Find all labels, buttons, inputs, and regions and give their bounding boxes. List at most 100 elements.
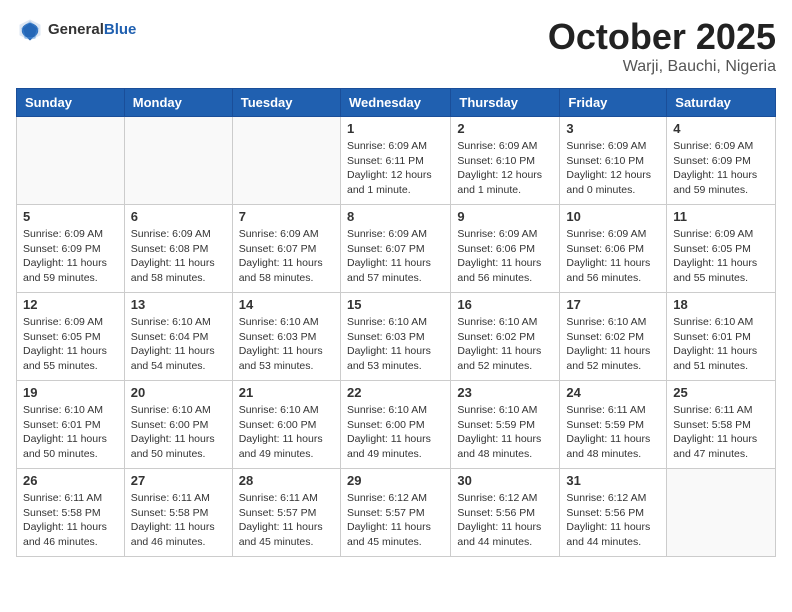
day-info: Sunrise: 6:10 AM Sunset: 6:02 PM Dayligh… (457, 315, 553, 374)
day-number: 8 (347, 209, 444, 224)
calendar-cell (17, 117, 125, 205)
calendar-cell: 4Sunrise: 6:09 AM Sunset: 6:09 PM Daylig… (667, 117, 776, 205)
calendar-body: 1 Sunrise: 6:09 AM Sunset: 6:11 PM Daylig… (17, 117, 776, 557)
calendar-cell (667, 469, 776, 557)
calendar-cell: 9 Sunrise: 6:09 AM Sunset: 6:06 PM Daylig… (451, 205, 560, 293)
day-number: 3 (566, 121, 660, 136)
day-info: Sunrise: 6:09 AM Sunset: 6:11 PM Dayligh… (347, 139, 444, 198)
day-number: 4 (673, 121, 769, 136)
calendar-cell: 24 Sunrise: 6:11 AM Sunset: 5:59 PM Dayli… (560, 381, 667, 469)
day-info: Sunrise: 6:11 AM Sunset: 5:59 PM Dayligh… (566, 403, 660, 462)
calendar-cell (124, 117, 232, 205)
calendar-cell: 31Sunrise: 6:12 AM Sunset: 5:56 PM Dayli… (560, 469, 667, 557)
title-block: October 2025 Warji, Bauchi, Nigeria (548, 16, 776, 76)
day-info: Sunrise: 6:09 AM Sunset: 6:09 PM Dayligh… (23, 227, 118, 286)
day-number: 25 (673, 385, 769, 400)
day-info: Sunrise: 6:12 AM Sunset: 5:56 PM Dayligh… (566, 491, 660, 550)
day-number: 7 (239, 209, 334, 224)
day-number: 12 (23, 297, 118, 312)
calendar-cell: 8 Sunrise: 6:09 AM Sunset: 6:07 PM Daylig… (340, 205, 450, 293)
calendar-title: October 2025 (548, 16, 776, 58)
calendar-cell: 20Sunrise: 6:10 AM Sunset: 6:00 PM Dayli… (124, 381, 232, 469)
day-info: Sunrise: 6:11 AM Sunset: 5:58 PM Dayligh… (23, 491, 118, 550)
day-info: Sunrise: 6:09 AM Sunset: 6:08 PM Dayligh… (131, 227, 226, 286)
calendar-cell: 23Sunrise: 6:10 AM Sunset: 5:59 PM Dayli… (451, 381, 560, 469)
calendar-cell: 15Sunrise: 6:10 AM Sunset: 6:03 PM Dayli… (340, 293, 450, 381)
weekday-header: Sunday (17, 89, 125, 117)
day-info: Sunrise: 6:11 AM Sunset: 5:57 PM Dayligh… (239, 491, 334, 550)
day-info: Sunrise: 6:09 AM Sunset: 6:10 PM Dayligh… (457, 139, 553, 198)
weekday-header: Friday (560, 89, 667, 117)
day-number: 27 (131, 473, 226, 488)
day-info: Sunrise: 6:09 AM Sunset: 6:05 PM Dayligh… (23, 315, 118, 374)
day-number: 1 (347, 121, 444, 136)
calendar-week-row: 26 Sunrise: 6:11 AM Sunset: 5:58 PM Dayli… (17, 469, 776, 557)
day-info: Sunrise: 6:09 AM Sunset: 6:06 PM Dayligh… (566, 227, 660, 286)
calendar-week-row: 1 Sunrise: 6:09 AM Sunset: 6:11 PM Daylig… (17, 117, 776, 205)
day-number: 21 (239, 385, 334, 400)
calendar-cell: 28Sunrise: 6:11 AM Sunset: 5:57 PM Dayli… (232, 469, 340, 557)
day-info: Sunrise: 6:11 AM Sunset: 5:58 PM Dayligh… (673, 403, 769, 462)
day-info: Sunrise: 6:10 AM Sunset: 6:01 PM Dayligh… (23, 403, 118, 462)
day-number: 10 (566, 209, 660, 224)
day-info: Sunrise: 6:10 AM Sunset: 6:03 PM Dayligh… (239, 315, 334, 374)
day-info: Sunrise: 6:10 AM Sunset: 6:00 PM Dayligh… (239, 403, 334, 462)
day-number: 22 (347, 385, 444, 400)
calendar-cell: 19 Sunrise: 6:10 AM Sunset: 6:01 PM Dayli… (17, 381, 125, 469)
calendar-week-row: 12 Sunrise: 6:09 AM Sunset: 6:05 PM Dayli… (17, 293, 776, 381)
logo-icon (16, 16, 44, 44)
calendar-cell: 25 Sunrise: 6:11 AM Sunset: 5:58 PM Dayli… (667, 381, 776, 469)
day-number: 9 (457, 209, 553, 224)
calendar-cell: 7 Sunrise: 6:09 AM Sunset: 6:07 PM Daylig… (232, 205, 340, 293)
calendar-cell: 12 Sunrise: 6:09 AM Sunset: 6:05 PM Dayli… (17, 293, 125, 381)
calendar-table: SundayMondayTuesdayWednesdayThursdayFrid… (16, 88, 776, 557)
calendar-cell: 21 Sunrise: 6:10 AM Sunset: 6:00 PM Dayli… (232, 381, 340, 469)
day-info: Sunrise: 6:10 AM Sunset: 6:00 PM Dayligh… (131, 403, 226, 462)
day-info: Sunrise: 6:09 AM Sunset: 6:06 PM Dayligh… (457, 227, 553, 286)
day-info: Sunrise: 6:10 AM Sunset: 5:59 PM Dayligh… (457, 403, 553, 462)
calendar-cell: 18Sunrise: 6:10 AM Sunset: 6:01 PM Dayli… (667, 293, 776, 381)
calendar-cell (232, 117, 340, 205)
day-number: 29 (347, 473, 444, 488)
day-number: 30 (457, 473, 553, 488)
weekday-row: SundayMondayTuesdayWednesdayThursdayFrid… (17, 89, 776, 117)
calendar-cell: 30 Sunrise: 6:12 AM Sunset: 5:56 PM Dayli… (451, 469, 560, 557)
day-number: 17 (566, 297, 660, 312)
calendar-cell: 16Sunrise: 6:10 AM Sunset: 6:02 PM Dayli… (451, 293, 560, 381)
page-header: GeneralBlue October 2025 Warji, Bauchi, … (16, 16, 776, 76)
day-number: 6 (131, 209, 226, 224)
day-info: Sunrise: 6:12 AM Sunset: 5:56 PM Dayligh… (457, 491, 553, 550)
weekday-header: Saturday (667, 89, 776, 117)
weekday-header: Wednesday (340, 89, 450, 117)
calendar-cell: 13Sunrise: 6:10 AM Sunset: 6:04 PM Dayli… (124, 293, 232, 381)
logo-text: GeneralBlue (48, 22, 136, 39)
day-info: Sunrise: 6:09 AM Sunset: 6:07 PM Dayligh… (239, 227, 334, 286)
day-info: Sunrise: 6:12 AM Sunset: 5:57 PM Dayligh… (347, 491, 444, 550)
day-number: 5 (23, 209, 118, 224)
day-info: Sunrise: 6:09 AM Sunset: 6:05 PM Dayligh… (673, 227, 769, 286)
day-info: Sunrise: 6:09 AM Sunset: 6:10 PM Dayligh… (566, 139, 660, 198)
logo: GeneralBlue (16, 16, 136, 44)
calendar-cell: 26 Sunrise: 6:11 AM Sunset: 5:58 PM Dayli… (17, 469, 125, 557)
calendar-cell: 2 Sunrise: 6:09 AM Sunset: 6:10 PM Daylig… (451, 117, 560, 205)
day-number: 26 (23, 473, 118, 488)
weekday-header: Thursday (451, 89, 560, 117)
calendar-cell: 29 Sunrise: 6:12 AM Sunset: 5:57 PM Dayli… (340, 469, 450, 557)
day-info: Sunrise: 6:09 AM Sunset: 6:07 PM Dayligh… (347, 227, 444, 286)
day-number: 11 (673, 209, 769, 224)
day-info: Sunrise: 6:11 AM Sunset: 5:58 PM Dayligh… (131, 491, 226, 550)
logo-general: General (48, 21, 104, 38)
calendar-week-row: 19 Sunrise: 6:10 AM Sunset: 6:01 PM Dayli… (17, 381, 776, 469)
day-info: Sunrise: 6:10 AM Sunset: 6:02 PM Dayligh… (566, 315, 660, 374)
day-number: 13 (131, 297, 226, 312)
day-number: 24 (566, 385, 660, 400)
calendar-cell: 10 Sunrise: 6:09 AM Sunset: 6:06 PM Dayli… (560, 205, 667, 293)
calendar-cell: 17 Sunrise: 6:10 AM Sunset: 6:02 PM Dayli… (560, 293, 667, 381)
calendar-cell: 27 Sunrise: 6:11 AM Sunset: 5:58 PM Dayli… (124, 469, 232, 557)
calendar-cell: 5 Sunrise: 6:09 AM Sunset: 6:09 PM Daylig… (17, 205, 125, 293)
calendar-week-row: 5 Sunrise: 6:09 AM Sunset: 6:09 PM Daylig… (17, 205, 776, 293)
calendar-cell: 3 Sunrise: 6:09 AM Sunset: 6:10 PM Daylig… (560, 117, 667, 205)
day-number: 19 (23, 385, 118, 400)
day-number: 2 (457, 121, 553, 136)
day-number: 15 (347, 297, 444, 312)
